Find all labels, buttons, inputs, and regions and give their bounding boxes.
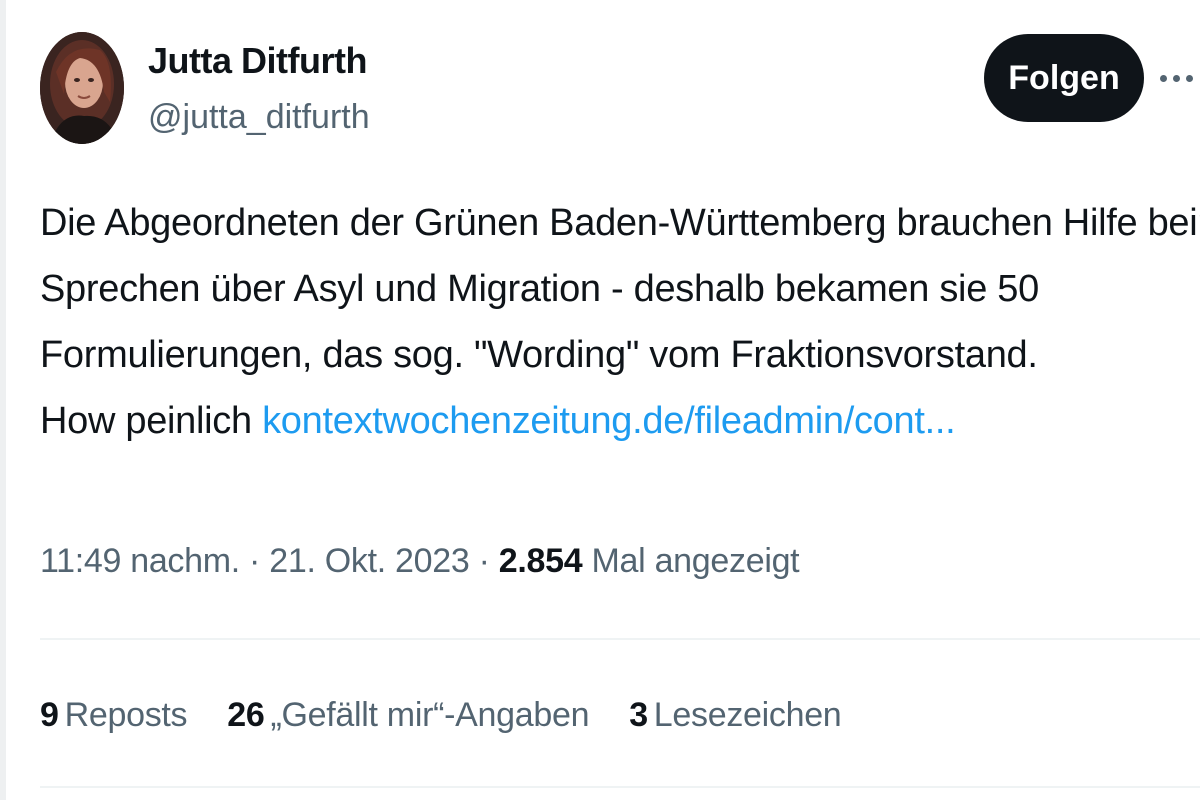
meta-separator: · [469, 542, 499, 580]
views-count: 2.854 [498, 542, 583, 580]
tweet-text-line: Die Abgeordneten der Grünen Baden-Württe… [40, 202, 1200, 244]
left-border [0, 0, 6, 800]
tweet-text: Die Abgeordneten der Grünen Baden-Württe… [40, 190, 1200, 454]
more-horizontal-icon [1160, 74, 1193, 82]
divider [40, 786, 1200, 788]
bookmarks-stat[interactable]: 3 Lesezeichen [629, 696, 842, 735]
more-options-button[interactable] [1160, 52, 1200, 104]
tweet-text-line: Formulierungen, das sog. "Wording" vom F… [40, 334, 1038, 376]
bookmarks-count: 3 [629, 696, 648, 734]
reposts-stat[interactable]: 9 Reposts [40, 696, 188, 735]
views-label: Mal angezeigt [582, 542, 800, 580]
avatar-image [40, 32, 124, 144]
likes-label: „Gefällt mir“-Angaben [270, 696, 590, 734]
tweet-date[interactable]: 21. Okt. 2023 [269, 542, 470, 580]
avatar[interactable] [40, 32, 124, 144]
tweet-text-fragment: How peinlich [40, 400, 263, 442]
likes-stat[interactable]: 26 „Gefällt mir“-Angaben [227, 696, 589, 735]
tweet-link[interactable]: kontextwochenzeitung.de/fileadmin/cont..… [262, 400, 956, 442]
tweet-card: Jutta Ditfurth @jutta_ditfurth Folgen Di… [0, 0, 1200, 800]
author-handle[interactable]: @jutta_ditfurth [148, 98, 370, 137]
bookmarks-label: Lesezeichen [653, 696, 842, 734]
likes-count: 26 [227, 696, 265, 734]
follow-button[interactable]: Folgen [984, 34, 1144, 122]
reposts-count: 9 [40, 696, 59, 734]
engagement-stats: 9 Reposts 26 „Gefällt mir“-Angaben 3 Leseze… [40, 696, 842, 735]
tweet-text-line-last: How peinlich kontextwochenzeitung.de/fil… [40, 388, 1200, 454]
tweet-text-line: Sprechen über Asyl und Migration - desha… [40, 268, 1039, 310]
tweet-time[interactable]: 11:49 nachm. [40, 542, 240, 580]
author-name[interactable]: Jutta Ditfurth [148, 40, 367, 82]
meta-separator: · [239, 542, 270, 580]
divider [40, 638, 1200, 640]
tweet-meta: 11:49 nachm. · 21. Okt. 2023 · 2.854 Mal… [40, 542, 800, 581]
reposts-label: Reposts [64, 696, 188, 734]
